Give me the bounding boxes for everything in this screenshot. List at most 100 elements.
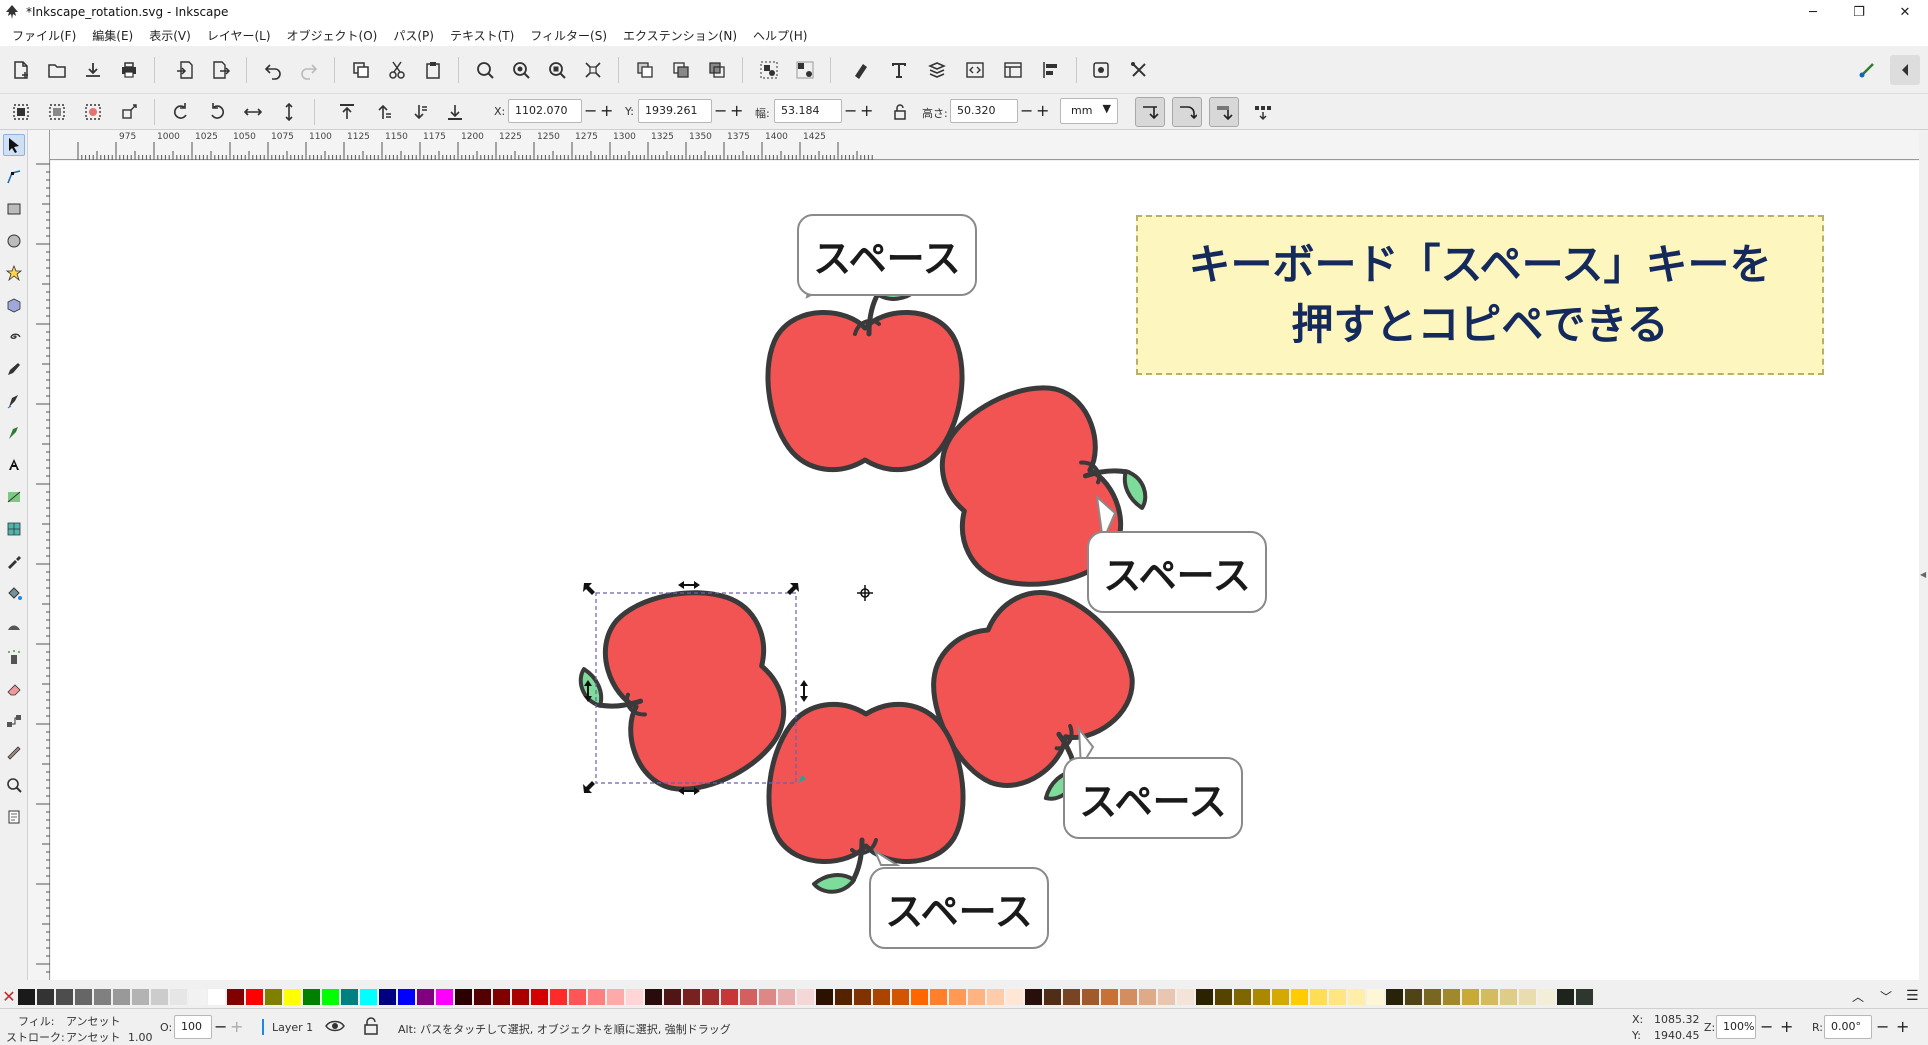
menu-text[interactable]: テキスト(T) — [442, 27, 522, 44]
apple-top[interactable] — [768, 282, 962, 469]
palette-swatch[interactable] — [1120, 989, 1137, 1005]
palette-swatch[interactable] — [1158, 989, 1175, 1005]
palette-swatch[interactable] — [303, 989, 320, 1005]
rotate-handle-top-left-icon[interactable] — [583, 583, 595, 595]
minimize-button[interactable]: ─ — [1790, 0, 1836, 24]
apple-left-selected[interactable] — [563, 571, 801, 813]
palette-swatch[interactable] — [873, 989, 890, 1005]
new-document-icon[interactable] — [6, 55, 36, 85]
palette-swatch[interactable] — [436, 989, 453, 1005]
palette-swatch[interactable] — [474, 989, 491, 1005]
transform-patterns-icon[interactable] — [1248, 97, 1278, 127]
palette-swatch[interactable] — [341, 989, 358, 1005]
print-icon[interactable] — [114, 55, 144, 85]
palette-swatch[interactable] — [1234, 989, 1251, 1005]
lower-to-bottom-icon[interactable] — [440, 97, 470, 127]
palette-swatch[interactable] — [512, 989, 529, 1005]
palette-swatch[interactable] — [797, 989, 814, 1005]
palette-swatch[interactable] — [1101, 989, 1118, 1005]
zoom-width-icon[interactable] — [578, 55, 608, 85]
speech-bubble-4[interactable]: スペース — [869, 867, 1049, 949]
palette-swatch[interactable] — [1519, 989, 1536, 1005]
palette-swatch[interactable] — [721, 989, 738, 1005]
palette-swatch[interactable] — [1139, 989, 1156, 1005]
deselect-icon[interactable] — [78, 97, 108, 127]
zoom-input[interactable]: 100% — [1716, 1015, 1756, 1039]
palette-swatch[interactable] — [284, 989, 301, 1005]
close-button[interactable]: ✕ — [1882, 0, 1928, 24]
palette-swatch[interactable] — [759, 989, 776, 1005]
palette-swatch[interactable] — [493, 989, 510, 1005]
menu-object[interactable]: オブジェクト(O) — [279, 27, 386, 44]
pencil-tool-icon[interactable] — [3, 358, 25, 380]
palette-swatch[interactable] — [227, 989, 244, 1005]
zoom-drawing-icon[interactable] — [506, 55, 536, 85]
palette-swatch[interactable] — [56, 989, 73, 1005]
layer-lock-icon[interactable] — [363, 1017, 379, 1038]
unit-select[interactable]: mm ▼ — [1060, 98, 1118, 124]
palette-swatch[interactable] — [1443, 989, 1460, 1005]
palette-swatch[interactable] — [1424, 989, 1441, 1005]
rotate-decrement-button[interactable]: − — [1876, 1015, 1889, 1039]
selector-tool-icon[interactable] — [3, 134, 25, 156]
palette-swatch[interactable] — [1557, 989, 1574, 1005]
menu-file[interactable]: ファイル(F) — [4, 27, 84, 44]
palette-swatch[interactable] — [1481, 989, 1498, 1005]
palette-swatch[interactable] — [265, 989, 282, 1005]
rectangle-tool-icon[interactable] — [3, 198, 25, 220]
redo-icon[interactable] — [294, 55, 324, 85]
maximize-button[interactable]: ❐ — [1836, 0, 1882, 24]
flip-horizontal-icon[interactable] — [238, 97, 268, 127]
palette-swatch[interactable] — [208, 989, 225, 1005]
lower-icon[interactable] — [404, 97, 434, 127]
flip-vertical-icon[interactable] — [274, 97, 304, 127]
vertical-scrollbar[interactable]: ◀ — [1919, 130, 1928, 980]
palette-swatch[interactable] — [683, 989, 700, 1005]
apple-bottom[interactable] — [769, 704, 963, 891]
palette-menu-icon[interactable]: ☰ — [1906, 988, 1919, 1004]
select-all-layers-icon[interactable] — [42, 97, 72, 127]
align-distribute-icon[interactable] — [1036, 55, 1066, 85]
no-paint-icon[interactable]: ✕ — [2, 988, 16, 1006]
zoom-page-icon[interactable] — [542, 55, 572, 85]
node-tool-icon[interactable] — [3, 166, 25, 188]
raise-to-top-icon[interactable] — [332, 97, 362, 127]
skew-handle-top-icon[interactable] — [678, 581, 700, 589]
palette-swatch[interactable] — [1538, 989, 1555, 1005]
palette-swatch[interactable] — [417, 989, 434, 1005]
width-increment-button[interactable]: + — [860, 99, 873, 123]
export-icon[interactable] — [206, 55, 236, 85]
palette-swatch[interactable] — [189, 989, 206, 1005]
menu-view[interactable]: 表示(V) — [141, 27, 199, 44]
palette-swatch[interactable] — [569, 989, 586, 1005]
rotate-handle-bottom-left-icon[interactable] — [583, 781, 595, 793]
ellipse-tool-icon[interactable] — [3, 230, 25, 252]
star-tool-icon[interactable] — [3, 262, 25, 284]
import-icon[interactable] — [170, 55, 200, 85]
palette-swatch[interactable] — [322, 989, 339, 1005]
palette-swatch[interactable] — [132, 989, 149, 1005]
rotate-increment-button[interactable]: + — [1896, 1015, 1909, 1039]
layers-icon[interactable] — [922, 55, 952, 85]
palette-swatch[interactable] — [18, 989, 35, 1005]
palette-swatch[interactable] — [1082, 989, 1099, 1005]
height-input[interactable]: 50.320 — [950, 99, 1018, 123]
palette-swatch[interactable] — [531, 989, 548, 1005]
tweak-tool-icon[interactable] — [3, 614, 25, 636]
3d-box-tool-icon[interactable] — [3, 294, 25, 316]
open-document-icon[interactable] — [42, 55, 72, 85]
palette-swatch[interactable] — [1063, 989, 1080, 1005]
copy-icon[interactable] — [346, 55, 376, 85]
palette-swatch[interactable] — [1006, 989, 1023, 1005]
undo-icon[interactable] — [258, 55, 288, 85]
palette-swatch[interactable] — [1367, 989, 1384, 1005]
lock-ratio-icon[interactable] — [885, 97, 915, 127]
collapse-panel-icon[interactable] — [1890, 55, 1920, 85]
palette-swatch[interactable] — [455, 989, 472, 1005]
stroke-width-value[interactable]: 1.00 — [128, 1031, 153, 1044]
layer-visibility-eye-icon[interactable] — [325, 1017, 345, 1038]
palette-swatch[interactable] — [1500, 989, 1517, 1005]
palette-swatch[interactable] — [37, 989, 54, 1005]
horizontal-ruler[interactable]: 975 1000 1025 1050 1075 1100 1125 1150 1175 1200 1… — [50, 130, 1920, 160]
palette-swatch[interactable] — [1329, 989, 1346, 1005]
